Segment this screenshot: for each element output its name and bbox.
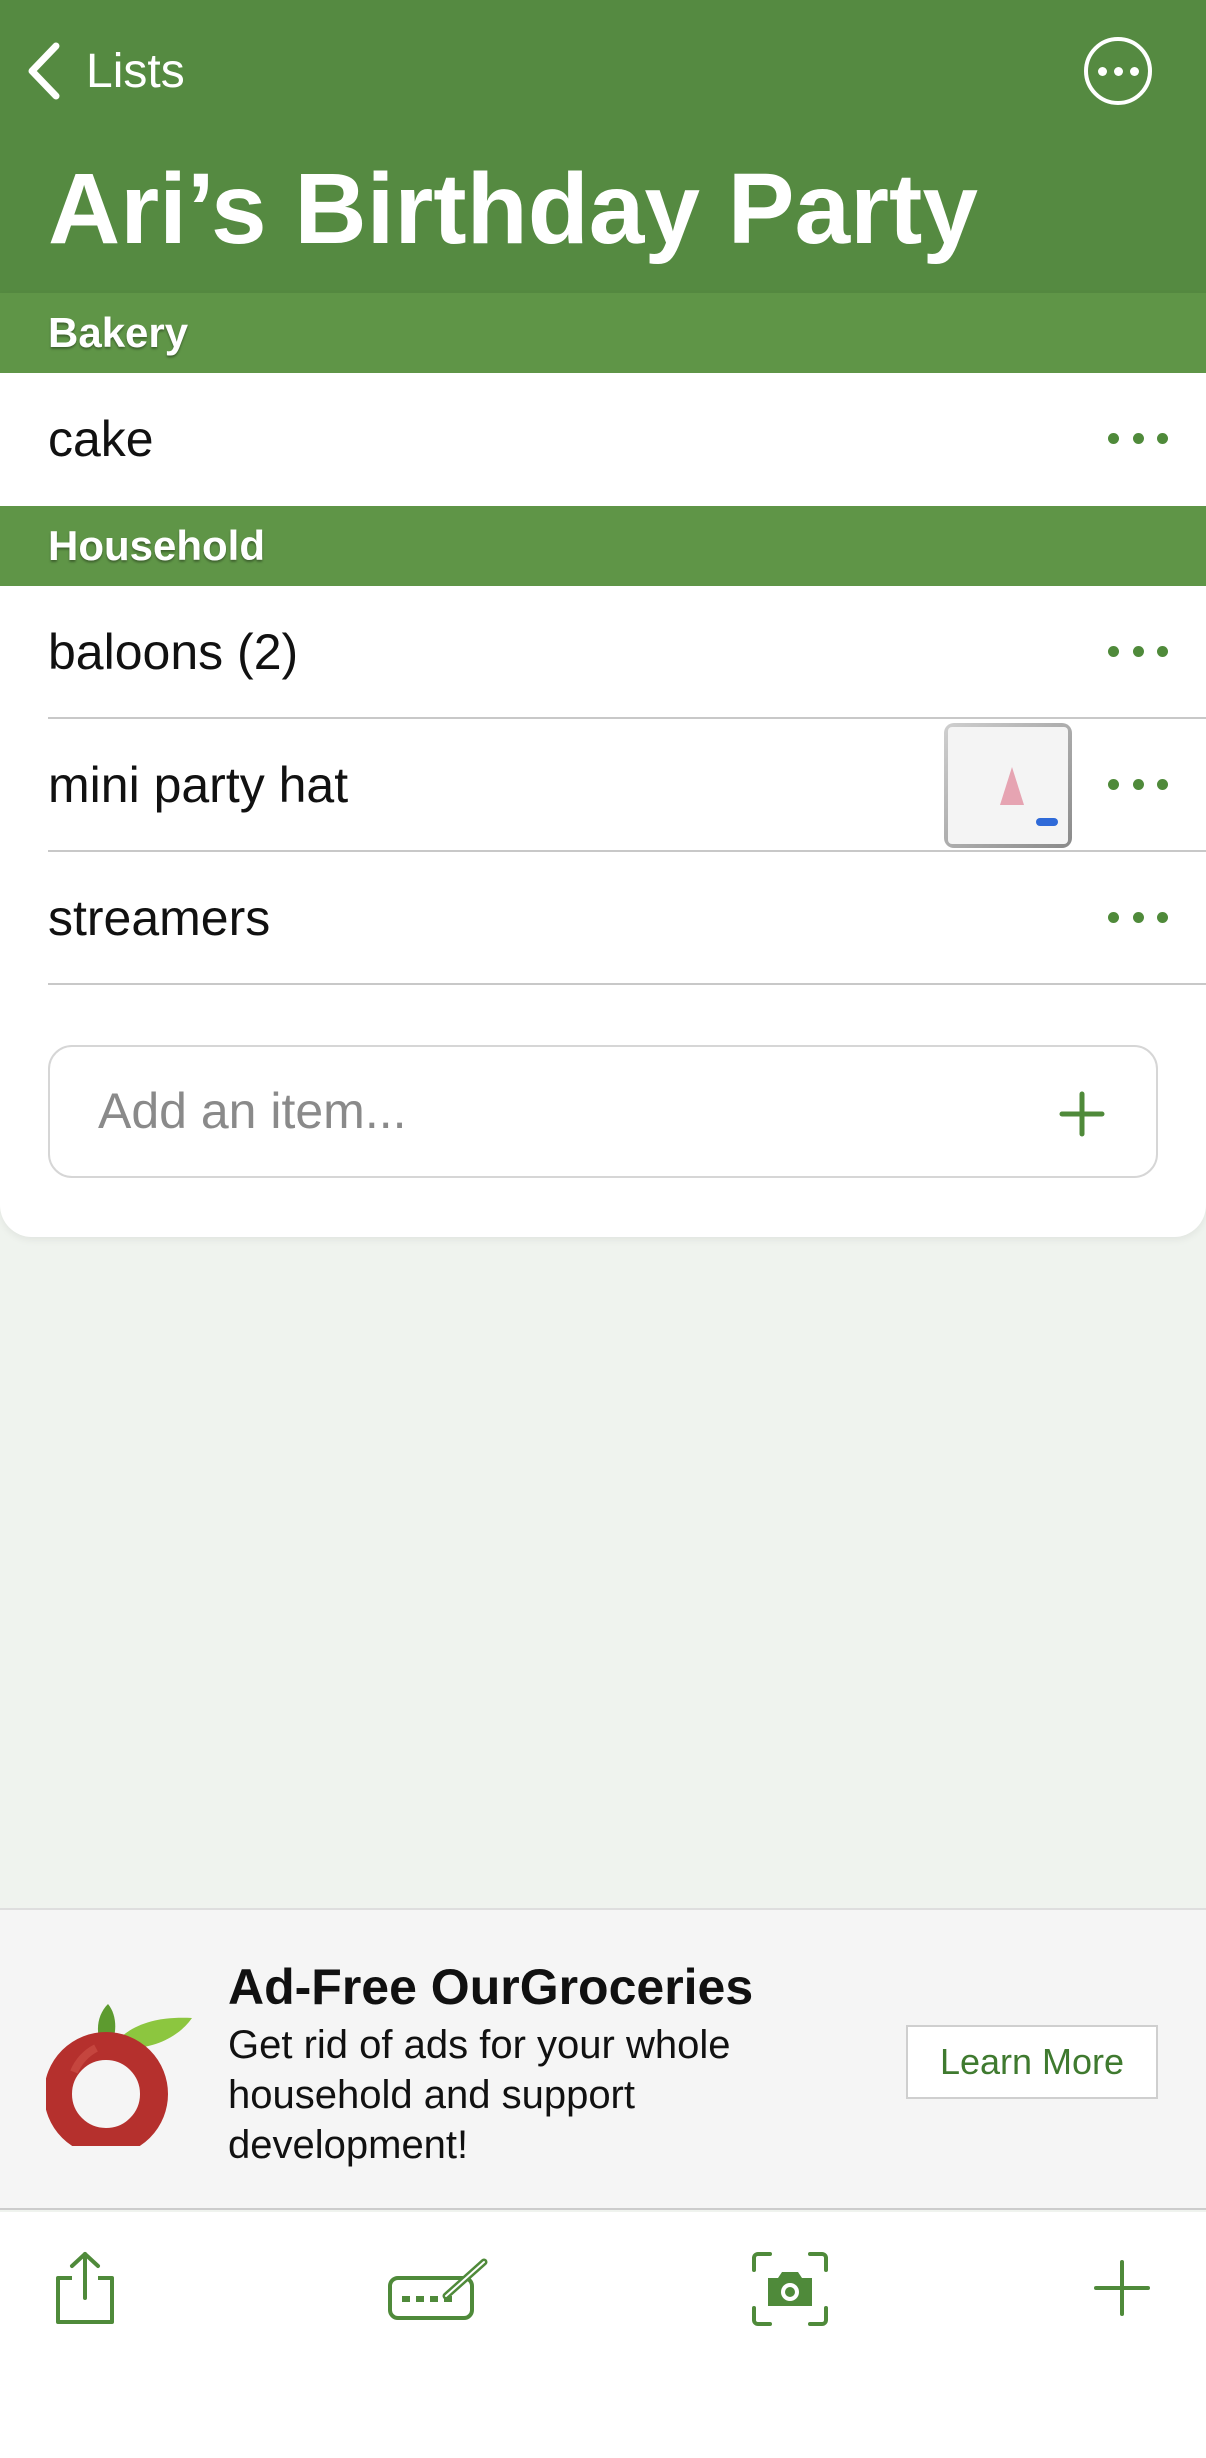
divider <box>48 983 1206 985</box>
list-card: Bakery cake Household baloons (2) mini p… <box>0 293 1206 1237</box>
bottom-toolbar <box>0 2212 1206 2458</box>
ellipsis-circle-icon[interactable] <box>1084 37 1152 105</box>
item-more-icon[interactable] <box>1108 769 1168 799</box>
back-button[interactable]: Lists <box>24 36 185 106</box>
camera-icon[interactable] <box>750 2250 830 2328</box>
item-more-icon[interactable] <box>1108 636 1168 666</box>
page-title: Ari’s Birthday Party <box>48 153 978 265</box>
item-more-icon[interactable] <box>1108 902 1168 932</box>
chevron-left-icon <box>28 42 60 100</box>
item-name: cake <box>48 411 154 467</box>
party-hat-shape <box>1000 767 1024 805</box>
add-item-placeholder: Add an item... <box>98 1083 407 1139</box>
ourgroceries-logo-icon <box>46 2004 192 2146</box>
add-item-plus-icon[interactable] <box>1058 1090 1106 1138</box>
item-name: mini party hat <box>48 757 349 813</box>
ad-description: Get rid of ads for your whole household … <box>228 2023 731 2167</box>
ad-banner[interactable]: Ad-Free OurGroceries Get rid of ads for … <box>0 1908 1206 2210</box>
list-item[interactable]: cake <box>0 373 1206 506</box>
add-item-input[interactable]: Add an item... <box>48 1045 1158 1178</box>
list-item[interactable]: streamers <box>0 852 1206 985</box>
photo-button-shape <box>1036 818 1058 826</box>
ad-title: Ad-Free OurGroceries <box>228 1959 754 2015</box>
section-header-household: Household <box>0 506 1206 586</box>
list-item[interactable]: baloons (2) <box>0 586 1206 719</box>
section-title: Bakery <box>48 309 189 356</box>
item-name: streamers <box>48 890 271 946</box>
nav-header: Lists Ari’s Birthday Party <box>0 0 1206 293</box>
plus-icon[interactable] <box>1094 2260 1150 2316</box>
share-icon[interactable] <box>50 2250 120 2326</box>
section-header-bakery: Bakery <box>0 293 1206 373</box>
learn-more-button[interactable]: Learn More <box>906 2025 1158 2099</box>
item-name: baloons (2) <box>48 624 299 680</box>
photo-screen <box>948 727 1068 844</box>
keyboard-pencil-icon[interactable] <box>386 2256 490 2322</box>
section-title: Household <box>48 522 265 569</box>
item-photo-thumbnail[interactable] <box>944 723 1072 848</box>
item-more-icon[interactable] <box>1108 423 1168 453</box>
list-item[interactable]: mini party hat <box>0 719 1206 852</box>
back-label: Lists <box>86 44 185 98</box>
